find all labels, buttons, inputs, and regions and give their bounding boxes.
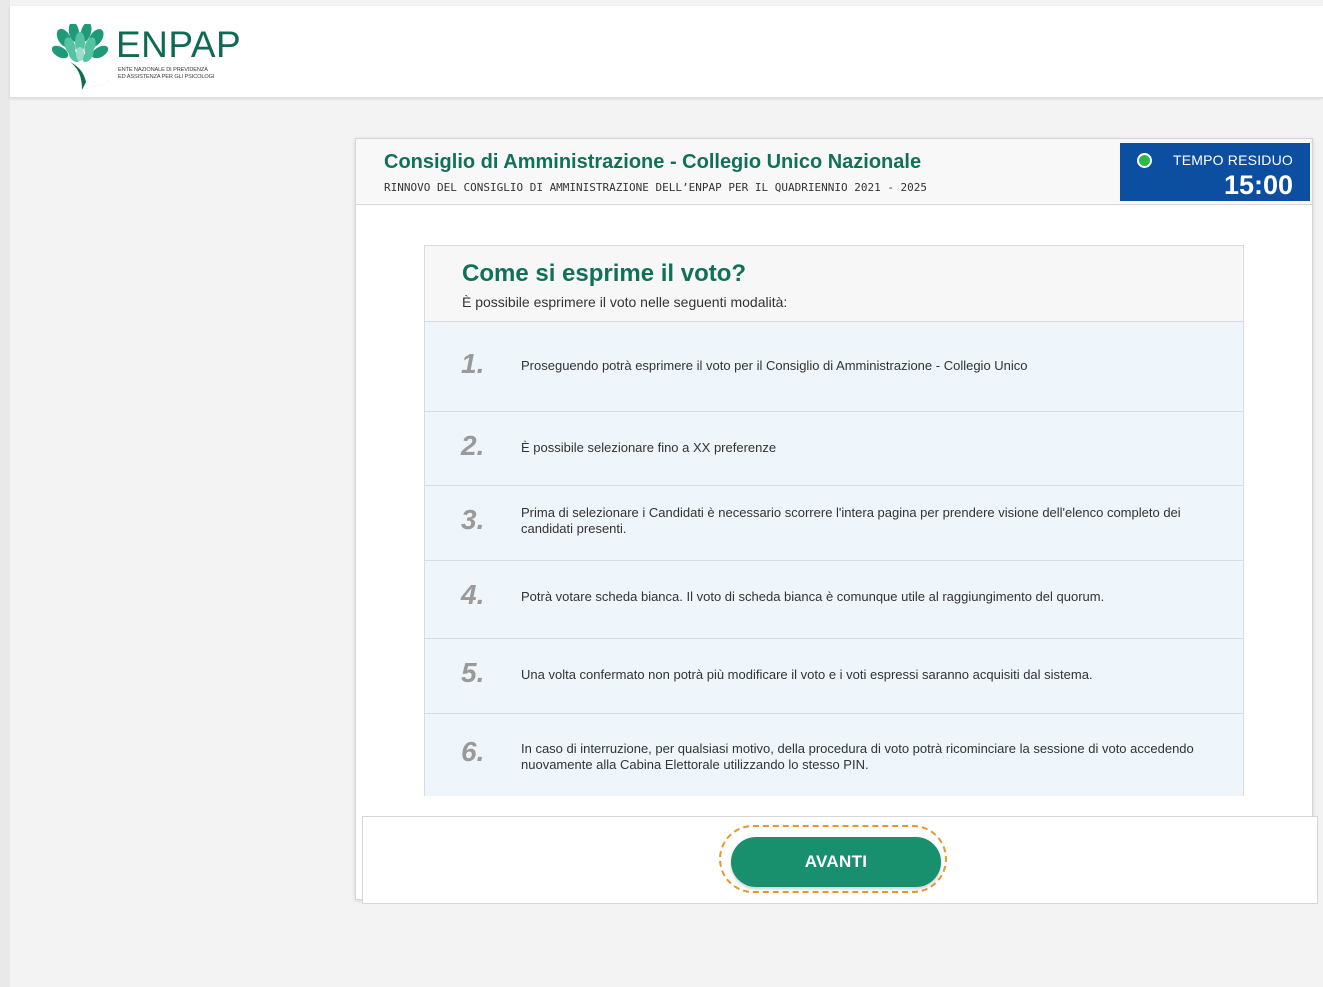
instructions-list: 1. Proseguendo potrà esprimere il voto p… [425, 322, 1243, 796]
action-bar: AVANTI [362, 816, 1318, 904]
item-number: 5. [461, 657, 485, 688]
site-header: ENPAP ENTE NAZIONALE DI PREVIDENZA ED AS… [10, 6, 1323, 98]
item-number: 1. [461, 348, 485, 379]
timer-label: TEMPO RESIDUO [1172, 152, 1293, 168]
item-text: Proseguendo potrà esprimere il voto per … [521, 358, 1028, 373]
item-text: Potrà votare scheda bianca. Il voto di s… [521, 589, 1105, 604]
list-item: 2. È possibile selezionare fino a XX pre… [425, 412, 1243, 486]
brand-name: ENPAP [116, 24, 242, 65]
list-item: 1. Proseguendo potrà esprimere il voto p… [425, 322, 1243, 412]
list-item: 6. In caso di interruzione, per qualsias… [425, 714, 1243, 796]
list-item: 4. Potrà votare scheda bianca. Il voto d… [425, 561, 1243, 639]
panel-header: Consiglio di Amministrazione - Collegio … [356, 139, 1312, 205]
panel-subtitle: RINNOVO DEL CONSIGLIO DI AMMINISTRAZIONE… [384, 181, 928, 194]
next-button[interactable]: AVANTI [731, 837, 941, 887]
enpap-logo[interactable]: ENPAP ENTE NAZIONALE DI PREVIDENZA ED AS… [52, 24, 272, 90]
list-item: 3. Prima di selezionare i Candidati è ne… [425, 486, 1243, 561]
panel-title: Consiglio di Amministrazione - Collegio … [384, 151, 922, 173]
voting-instructions: Come si esprime il voto? È possibile esp… [424, 245, 1244, 796]
item-number: 2. [461, 430, 485, 461]
status-dot-icon [1137, 153, 1152, 168]
list-item: 5. Una volta confermato non potrà più mo… [425, 639, 1243, 714]
brand-subtitle-line-2: ED ASSISTENZA PER GLI PSICOLOGI [118, 74, 215, 80]
item-text: Prima di selezionare i Candidati è neces… [521, 505, 1181, 536]
tree-logo-icon [52, 24, 110, 90]
instructions-header: Come si esprime il voto? È possibile esp… [425, 246, 1243, 322]
timer-value: 15:00 [1223, 170, 1293, 200]
item-number: 6. [461, 736, 485, 767]
window-left-edge [0, 0, 10, 987]
item-number: 4. [461, 579, 485, 610]
remaining-time-box: TEMPO RESIDUO 15:00 [1120, 143, 1310, 201]
brand-subtitle: ENTE NAZIONALE DI PREVIDENZA ED ASSISTEN… [118, 67, 268, 81]
brand-subtitle-line-1: ENTE NAZIONALE DI PREVIDENZA [118, 67, 208, 73]
item-text: In caso di interruzione, per qualsiasi m… [521, 741, 1194, 772]
item-number: 3. [461, 504, 485, 535]
instructions-description: È possibile esprimere il voto nelle segu… [462, 294, 788, 310]
item-text: È possibile selezionare fino a XX prefer… [521, 440, 777, 455]
ballot-panel: Consiglio di Amministrazione - Collegio … [355, 138, 1313, 900]
instructions-title: Come si esprime il voto? [462, 260, 747, 287]
item-text: Una volta confermato non potrà più modif… [521, 667, 1093, 682]
